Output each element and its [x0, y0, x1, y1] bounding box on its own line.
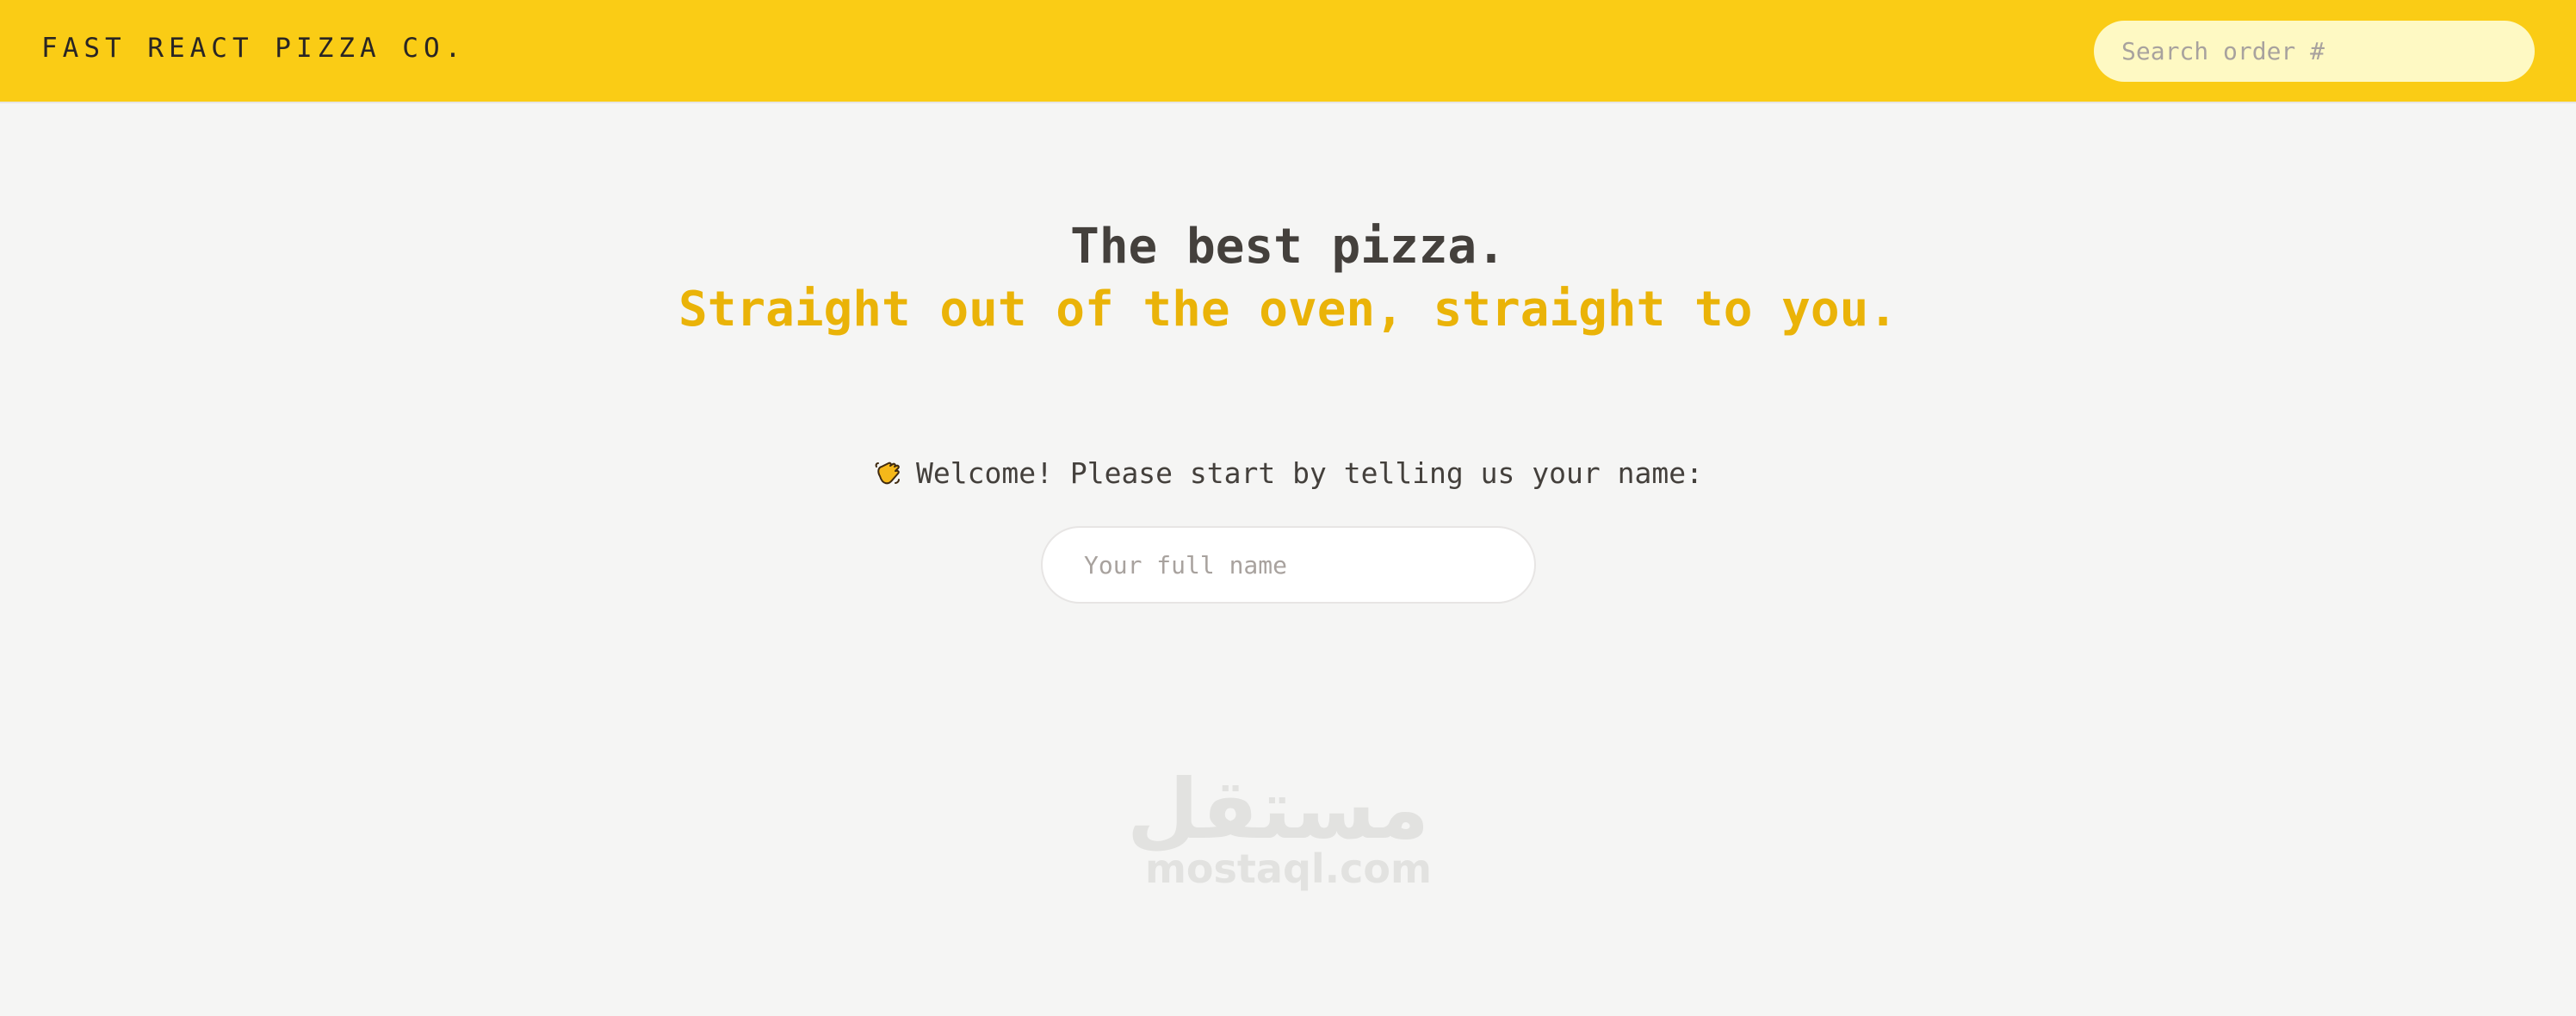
watermark-latin: mostaql.com [1145, 846, 1432, 892]
watermark-arabic: مستقل [1126, 761, 1429, 858]
welcome-text: Welcome! Please start by telling us your… [916, 456, 1703, 490]
waving-hand-icon [875, 462, 901, 485]
hero-heading: The best pizza. Straight out of the oven… [654, 215, 1922, 341]
watermark-logo: مستقل mostaql.com [1126, 761, 1432, 904]
app-header: FAST REACT PIZZA CO. [0, 0, 2576, 103]
hero-title: The best pizza. [1070, 219, 1506, 275]
logo-link[interactable]: FAST REACT PIZZA CO. [41, 33, 466, 64]
hero-subtitle: Straight out of the oven, straight to yo… [678, 282, 1898, 338]
welcome-message: Welcome! Please start by telling us your… [0, 456, 2576, 490]
search-order-input[interactable] [2094, 21, 2535, 82]
full-name-input[interactable] [1041, 526, 1536, 604]
